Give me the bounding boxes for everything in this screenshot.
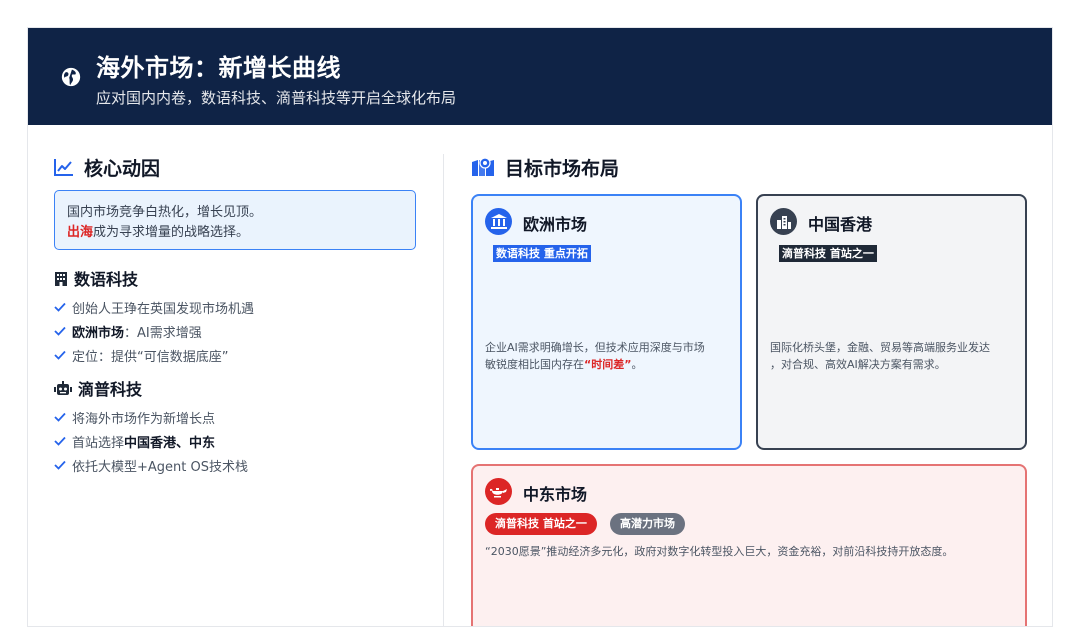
market-tag: 滴普科技 首站之一 [779,245,877,262]
building-icon [55,271,67,286]
market-card-middle-east[interactable]: 中东市场 滴普科技 首站之一 高潜力市场 “2030愿景”推动经济多元化，政府对… [471,464,1027,626]
check-icon [54,326,66,336]
market-card-europe[interactable]: 欧洲市场 数语科技 重点开拓 企业AI需求明确增长，但技术应用深度与市场 敏锐度… [471,194,742,450]
trend-chart-icon [54,159,73,176]
dipu-points: 将海外市场作为新增长点 首站选择 中国香港、中东 依托大模型+Agent OS技术… [54,405,418,477]
core-drivers-title: 核心动因 [54,154,418,180]
company-dipu-title: 滴普科技 [54,377,418,399]
map-icon [472,157,494,176]
city-icon [770,208,797,235]
column-divider [443,154,444,626]
market-pill-secondary: 高潜力市场 [610,513,685,535]
callout-highlight: 出海 [67,225,94,240]
list-item: 首站选择 中国香港、中东 [54,429,418,453]
check-icon [54,412,66,422]
slide-card: 海外市场：新增长曲线 应对国内内卷，数语科技、滴普科技等开启全球化布局 核心动因… [27,27,1053,627]
check-icon [54,436,66,446]
globe-icon [61,67,81,87]
list-item: 创始人王琤在英国发现市场机遇 [54,295,418,319]
list-item: 将海外市场作为新增长点 [54,405,418,429]
robot-icon [54,380,72,395]
list-item: 定位：提供“可信数据底座” [54,343,418,367]
header-banner: 海外市场：新增长曲线 应对国内内卷，数语科技、滴普科技等开启全球化布局 [28,28,1052,125]
target-markets-title: 目标市场布局 [471,154,619,180]
list-item: 依托大模型+Agent OS技术栈 [54,453,418,477]
check-icon [54,350,66,360]
market-name: 欧洲市场 [523,215,588,234]
check-icon [54,302,66,312]
company-shuyu-title: 数语科技 [54,267,418,289]
driver-callout: 国内市场竞争白热化，增长见顶。 出海成为寻求增量的战略选择。 [54,190,416,250]
market-card-hongkong[interactable]: 中国香港 滴普科技 首站之一 国际化桥头堡，金融、贸易等高端服务业发达 ，对合规… [756,194,1027,450]
check-icon [54,460,66,470]
market-name: 中东市场 [523,485,588,504]
market-description: 企业AI需求明确增长，但技术应用深度与市场 敏锐度相比国内存在“时间差”。 [485,341,705,371]
market-description: “2030愿景”推动经济多元化，政府对数字化转型投入巨大，资金充裕，对前沿科技持… [485,545,954,558]
page-subtitle: 应对国内内卷，数语科技、滴普科技等开启全球化布局 [96,89,457,107]
core-drivers-section: 核心动因 国内市场竞争白热化，增长见顶。 出海成为寻求增量的战略选择。 数语科技… [54,154,418,477]
bank-icon [485,208,512,235]
list-item: 欧洲市场 ：AI需求增强 [54,319,418,343]
market-name: 中国香港 [808,215,873,234]
page-title: 海外市场：新增长曲线 [96,54,341,82]
market-description: 国际化桥头堡，金融、贸易等高端服务业发达 ，对合规、高效AI解决方案有需求。 [770,341,990,371]
shuyu-points: 创始人王琤在英国发现市场机遇 欧洲市场 ：AI需求增强 定位：提供“可信数据底座” [54,295,418,367]
oil-lamp-icon [485,478,512,505]
market-pill-primary: 滴普科技 首站之一 [485,513,597,535]
market-tag: 数语科技 重点开拓 [493,245,591,262]
